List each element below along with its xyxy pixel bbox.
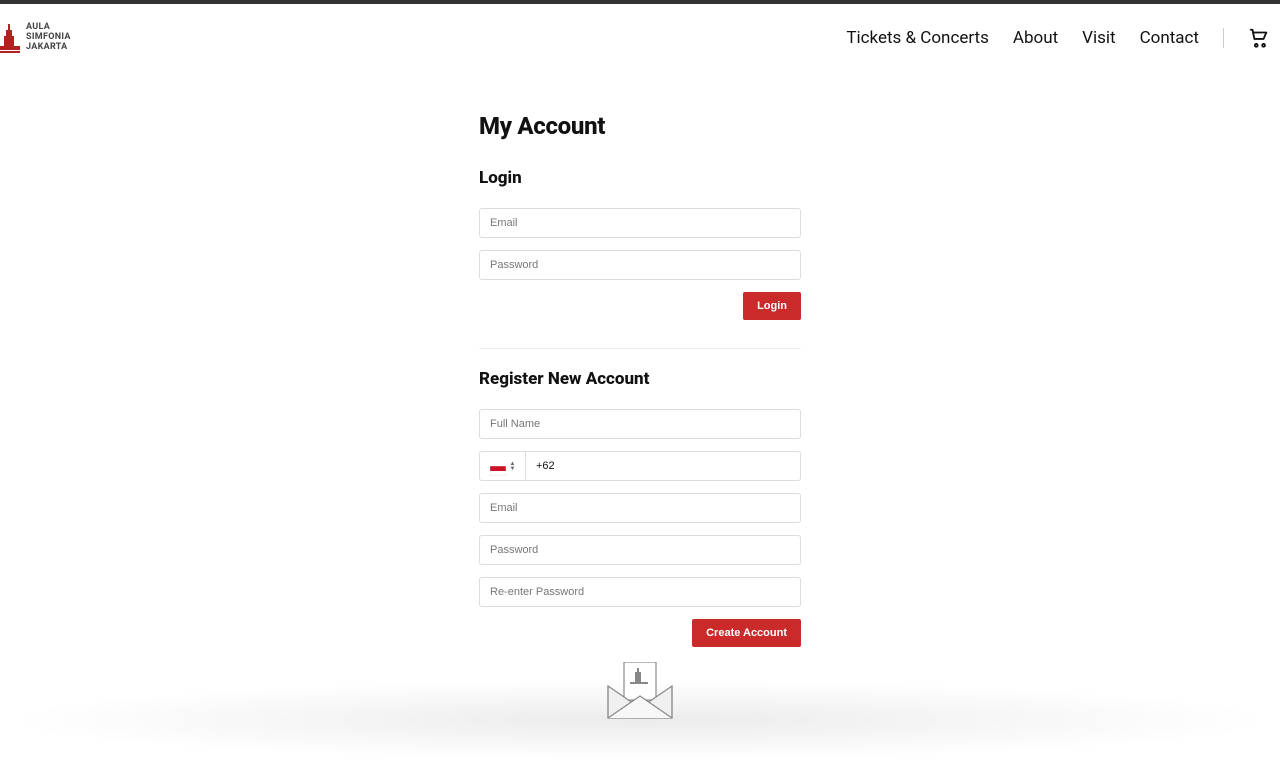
- logo-text: AULA SIMFONIA JAKARTA: [26, 23, 71, 53]
- register-button-row: Create Account: [479, 619, 801, 647]
- login-password-field[interactable]: [479, 250, 801, 280]
- site-logo[interactable]: AULA SIMFONIA JAKARTA: [0, 22, 71, 54]
- nav-contact[interactable]: Contact: [1140, 28, 1199, 48]
- country-code-select[interactable]: ▲▼: [479, 451, 525, 481]
- newsletter-envelope-icon: [604, 662, 676, 720]
- nav-visit[interactable]: Visit: [1082, 28, 1115, 48]
- site-header: AULA SIMFONIA JAKARTA Tickets & Concerts…: [0, 4, 1280, 72]
- register-phone-field[interactable]: [525, 451, 801, 481]
- main-content: My Account Login Login Register New Acco…: [479, 112, 801, 647]
- create-account-button[interactable]: Create Account: [692, 619, 801, 647]
- login-section: Login Login: [479, 168, 801, 320]
- logo-line-3: JAKARTA: [26, 43, 71, 53]
- nav-about[interactable]: About: [1013, 28, 1058, 48]
- register-section: Register New Account ▲▼ Create: [479, 369, 801, 647]
- register-repassword-field[interactable]: [479, 577, 801, 607]
- register-email-field[interactable]: [479, 493, 801, 523]
- login-email-field[interactable]: [479, 208, 801, 238]
- logo-building-icon: [0, 22, 20, 54]
- login-heading: Login: [479, 168, 801, 188]
- section-divider: [479, 348, 801, 349]
- register-heading: Register New Account: [479, 369, 801, 389]
- register-password-field[interactable]: [479, 535, 801, 565]
- nav-divider: [1223, 28, 1224, 48]
- login-button-row: Login: [479, 292, 801, 320]
- page-title: My Account: [479, 112, 801, 140]
- phone-field-row: ▲▼: [479, 451, 801, 481]
- flag-indonesia-icon: [490, 461, 506, 471]
- cart-icon[interactable]: [1248, 27, 1270, 49]
- nav-tickets[interactable]: Tickets & Concerts: [846, 28, 989, 48]
- login-button[interactable]: Login: [743, 292, 801, 320]
- register-fullname-field[interactable]: [479, 409, 801, 439]
- primary-nav: Tickets & Concerts About Visit Contact: [846, 27, 1270, 49]
- chevron-updown-icon: ▲▼: [510, 461, 516, 471]
